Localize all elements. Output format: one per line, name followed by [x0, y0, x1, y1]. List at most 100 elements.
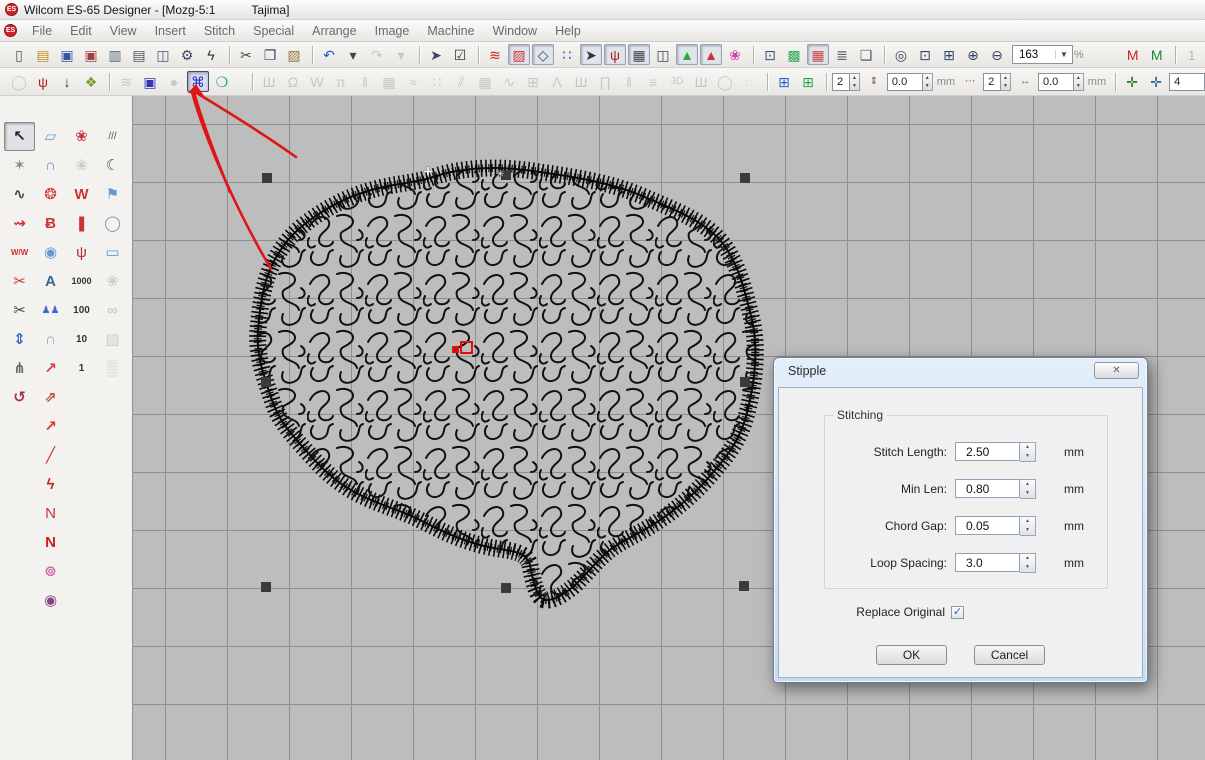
thread-colors-button[interactable]: ▩ — [783, 44, 805, 65]
stitch-length-input[interactable] — [955, 442, 1020, 461]
length-field[interactable] — [1038, 73, 1074, 91]
spacing-input[interactable] — [892, 76, 922, 88]
zoom-in-button[interactable]: ⊕ — [962, 44, 984, 65]
edge-field[interactable] — [1169, 73, 1205, 91]
closed-curve-button[interactable]: ❍ — [211, 71, 233, 92]
length-input[interactable] — [1043, 76, 1073, 88]
outline-view-button[interactable]: ◇ — [532, 44, 554, 65]
design-properties-button[interactable]: ❑ — [855, 44, 877, 65]
overlap-circles-tool[interactable]: ⊚ — [35, 557, 66, 586]
cut-tool[interactable]: ✂ — [4, 296, 35, 325]
embroidery-design[interactable] — [133, 96, 813, 641]
underlay-count-input[interactable] — [837, 76, 849, 88]
mirror-copy-tool[interactable]: ♟♟ — [35, 296, 66, 325]
hoop-view-button[interactable]: ◫ — [652, 44, 674, 65]
filled-shape-tool[interactable]: N — [35, 528, 66, 557]
menu-file[interactable]: File — [23, 21, 61, 41]
stitch-edit-tool[interactable]: W/W — [4, 238, 35, 267]
run-count-input[interactable] — [988, 76, 1000, 88]
menu-stitch[interactable]: Stitch — [195, 21, 244, 41]
export-machine-file-button[interactable]: ▥ — [104, 44, 126, 65]
closed-stitch-tool[interactable]: ❂ — [35, 180, 66, 209]
scale-1000-tool[interactable]: 1000 — [66, 267, 97, 296]
stitch-length-spinner[interactable]: ▲▼ — [1020, 442, 1036, 462]
stitch-cut-tool[interactable]: ✂ — [4, 267, 35, 296]
center-stitches-button[interactable]: ✛ — [1145, 71, 1167, 92]
open-design-button[interactable]: ▤ — [32, 44, 54, 65]
auto-spacing-button[interactable]: ⊞ — [797, 71, 819, 92]
arrow-stitch-tool[interactable]: ↗ — [35, 412, 66, 441]
menu-arrange[interactable]: Arrange — [303, 21, 365, 41]
scale-1-tool[interactable]: 1 — [66, 354, 97, 383]
connect-machine-button[interactable]: ϟ — [200, 44, 222, 65]
print-button[interactable]: ▤ — [128, 44, 150, 65]
column-stitch-tool[interactable]: ❚ — [66, 209, 97, 238]
reshape-fill-tool[interactable]: ∩ — [35, 151, 66, 180]
min-len-spinner[interactable]: ▲▼ — [1020, 479, 1036, 499]
needle-points-view-button[interactable]: ψ — [604, 44, 626, 65]
selection-handle[interactable] — [261, 377, 271, 387]
ok-button[interactable]: OK — [876, 645, 947, 665]
grid-view-button[interactable]: ▦ — [628, 44, 650, 65]
points-view-button[interactable]: ∷ — [556, 44, 578, 65]
complex-fill-tool[interactable]: ⚑ — [97, 180, 128, 209]
zigzag-column-tool[interactable]: W — [66, 180, 97, 209]
zoom-out-button[interactable]: ⊖ — [986, 44, 1008, 65]
undo-dropdown[interactable]: ▾ — [342, 44, 364, 65]
stitches-view-button[interactable]: ≋ — [484, 44, 506, 65]
dialog-close-button[interactable]: ✕ — [1094, 362, 1139, 379]
underlay-count-spinner[interactable]: ▲▼ — [850, 73, 860, 91]
zoom-level-combo[interactable]: ▼ — [1012, 45, 1073, 64]
spacing-spinner[interactable]: ▲▼ — [923, 73, 933, 91]
menu-insert[interactable]: Insert — [146, 21, 195, 41]
slant-lines-tool[interactable]: /// — [97, 122, 128, 151]
hatch-view-button[interactable]: ▨ — [508, 44, 530, 65]
selection-handle[interactable] — [262, 173, 272, 183]
cancel-button[interactable]: Cancel — [974, 645, 1045, 665]
auto-underlay-button[interactable]: ⊞ — [773, 71, 795, 92]
menu-help[interactable]: Help — [546, 21, 590, 41]
length-spinner[interactable]: ▲▼ — [1074, 73, 1084, 91]
edge-input[interactable] — [1174, 76, 1204, 88]
pointer-view-button[interactable]: ➤ — [580, 44, 602, 65]
menu-special[interactable]: Special — [244, 21, 303, 41]
selection-handle[interactable] — [740, 173, 750, 183]
menu-edit[interactable]: Edit — [61, 21, 101, 41]
artwork-view-button[interactable]: ▲ — [700, 44, 722, 65]
dash-stitch-tool[interactable]: ⇗ — [35, 383, 66, 412]
scale-100-tool[interactable]: 100 — [66, 296, 97, 325]
monitor-calibrate-button[interactable]: ⊡ — [759, 44, 781, 65]
fan-stitch-tool[interactable]: ⋔ — [4, 354, 35, 383]
line-stitch-tool[interactable]: ╱ — [35, 441, 66, 470]
ellipse-tool[interactable]: ◯ — [97, 209, 128, 238]
save-to-machine-button[interactable]: ▣ — [80, 44, 102, 65]
fusion-fill-tool[interactable]: ◉ — [35, 238, 66, 267]
color-film-button[interactable]: ▦ — [807, 44, 829, 65]
eye-point-tool[interactable]: ◉ — [35, 586, 66, 615]
zoom-level-input[interactable] — [1013, 49, 1055, 61]
new-design-button[interactable]: ▯ — [8, 44, 30, 65]
remove-machine-function-button[interactable]: M — [1146, 44, 1168, 65]
reshape-dome-tool[interactable]: ∩ — [35, 325, 66, 354]
zoom-window-button[interactable]: ⊞ — [938, 44, 960, 65]
single-stitch-tool[interactable]: ψ — [66, 238, 97, 267]
replace-original-checkbox[interactable]: ✓ — [951, 606, 964, 619]
cut-button[interactable]: ✂ — [235, 44, 257, 65]
menu-view[interactable]: View — [101, 21, 146, 41]
stitch-angle-tool[interactable]: ↗ — [35, 354, 66, 383]
undo-button[interactable]: ↶ — [318, 44, 340, 65]
run-count-spinner[interactable]: ▲▼ — [1001, 73, 1011, 91]
zoom-previous-button[interactable]: ⊡ — [914, 44, 936, 65]
stitch-list-button[interactable]: ≣ — [831, 44, 853, 65]
print-preview-button[interactable]: ◫ — [152, 44, 174, 65]
menu-machine[interactable]: Machine — [418, 21, 483, 41]
auto-select-button[interactable]: ☑ — [449, 44, 471, 65]
save-design-button[interactable]: ▣ — [56, 44, 78, 65]
loop-spacing-input[interactable] — [955, 553, 1020, 572]
menu-app-icon[interactable]: ES — [4, 24, 17, 37]
zoom-1-1-button[interactable]: ◎ — [890, 44, 912, 65]
underlay-count-field[interactable] — [832, 73, 850, 91]
reshape-nodes-button[interactable]: ❖ — [80, 71, 102, 92]
rectangle-tool[interactable]: ▭ — [97, 238, 128, 267]
background-view-button[interactable]: ❀ — [724, 44, 746, 65]
